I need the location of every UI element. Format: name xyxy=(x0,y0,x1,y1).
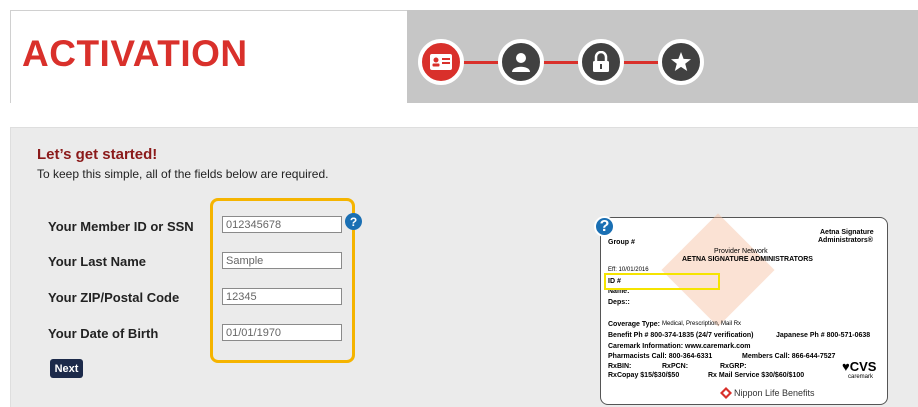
nippon-life-benefits: Nippon Life Benefits xyxy=(734,388,815,398)
step-lock xyxy=(578,39,624,85)
step-id-card xyxy=(418,39,464,85)
activation-page: ACTIVATION Let’s get started! To keep th… xyxy=(0,0,918,407)
card-coverage-value: Medical, Prescription, Mail Rx xyxy=(662,321,742,327)
card-pharmacists: Pharmacists Call: 800-364-6331 xyxy=(608,353,713,360)
card-japanese-phone: Japanese Ph # 800-571-0638 xyxy=(776,332,871,339)
card-admin-line1: Aetna Signature xyxy=(820,229,874,236)
card-rxgrp: RxGRP: xyxy=(720,363,747,370)
card-mail-service: Rx Mail Service $30/$60/$100 xyxy=(708,372,805,379)
nippon-logo-icon xyxy=(720,387,732,399)
card-rxcopay: RxCopay $15/$30/$50 xyxy=(608,372,680,379)
id-card-icon xyxy=(430,54,452,70)
lock-icon xyxy=(593,51,609,72)
card-rxbin: RxBIN: xyxy=(608,363,632,370)
member-id-label: Your Member ID or SSN xyxy=(48,219,194,234)
card-caremark-info: Caremark Information: www.caremark.com xyxy=(608,343,751,350)
card-id-highlight xyxy=(604,273,720,290)
card-members: Members Call: 866-644-7527 xyxy=(742,353,836,360)
birth-date-label: Your Date of Birth xyxy=(48,326,159,341)
card-network: Provider Network xyxy=(714,248,768,255)
star-icon xyxy=(671,52,691,71)
card-rxpcn: RxPCN: xyxy=(662,363,689,370)
card-coverage-label: Coverage Type: xyxy=(608,321,660,328)
form-instructions: To keep this simple, all of the fields b… xyxy=(37,167,329,181)
step-star xyxy=(658,39,704,85)
cvs-logo-sub: caremark xyxy=(848,374,874,380)
card-deps: Deps:: xyxy=(608,299,630,306)
card-benefit-phone: Benefit Ph # 800-374-1835 (24/7 verifica… xyxy=(608,332,754,339)
page-title: ACTIVATION xyxy=(22,33,248,74)
card-admin-line2: Administrators® xyxy=(818,237,873,244)
step-user xyxy=(498,39,544,85)
card-help-icon[interactable]: ? xyxy=(594,216,615,237)
fields-highlight xyxy=(210,198,355,363)
user-icon xyxy=(512,53,530,72)
form-heading: Let’s get started! xyxy=(37,146,158,163)
card-network-name: AETNA SIGNATURE ADMINISTRATORS xyxy=(682,256,813,263)
next-button[interactable]: Next xyxy=(50,359,83,378)
zip-code-label: Your ZIP/Postal Code xyxy=(48,290,180,305)
member-id-help-icon[interactable]: ? xyxy=(345,213,362,230)
card-group: Group # xyxy=(608,239,635,246)
cvs-logo: ♥CVS xyxy=(842,359,877,374)
progress-steps xyxy=(418,39,708,85)
steps-connector xyxy=(448,61,688,64)
last-name-label: Your Last Name xyxy=(48,254,147,269)
